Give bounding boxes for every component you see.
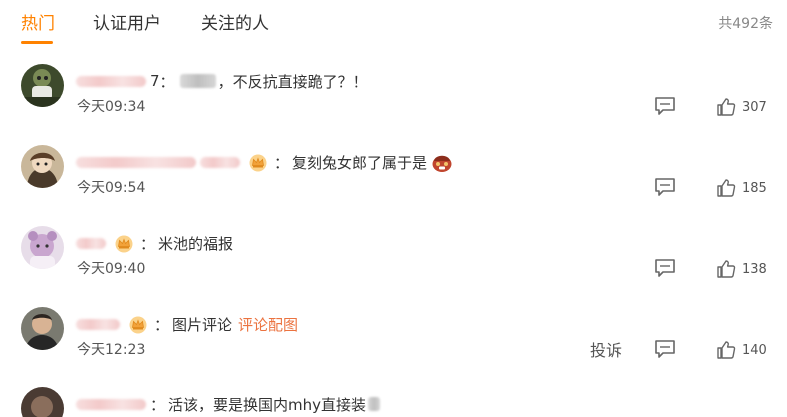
thumbs-up-icon bbox=[717, 98, 736, 116]
colon: ： bbox=[159, 72, 175, 91]
comment-reply-icon[interactable] bbox=[654, 96, 676, 116]
comment-tabs: 热门 认证用户 关注的人 共492条 bbox=[0, 0, 787, 50]
comment-item: ： 复刻兔女郎了属于是 今天09:54 185 bbox=[0, 145, 787, 227]
comment-text: 复刻兔女郎了属于是 bbox=[292, 153, 428, 172]
comment-text: 活该，要是换国内mhy直接装 bbox=[168, 395, 367, 414]
avatar[interactable] bbox=[21, 307, 64, 350]
avatar[interactable] bbox=[21, 145, 64, 188]
blurred-text bbox=[368, 397, 381, 411]
tab-verified-users[interactable]: 认证用户 bbox=[93, 12, 161, 36]
active-tab-indicator bbox=[21, 41, 53, 44]
comment-content: ： 复刻兔女郎了属于是 bbox=[76, 150, 453, 174]
comment-reply-icon[interactable] bbox=[654, 177, 676, 197]
comment-reply-icon[interactable] bbox=[654, 258, 676, 278]
comment-text: 米池的福报 bbox=[158, 234, 234, 253]
crown-badge-icon bbox=[248, 152, 268, 172]
comment-item: ： 米池的福报 今天09:40 138 bbox=[0, 226, 787, 308]
comment-time: 今天09:40 bbox=[77, 261, 146, 277]
like-count: 138 bbox=[742, 261, 767, 277]
shy-face-emoji-icon bbox=[431, 151, 453, 173]
avatar[interactable] bbox=[21, 226, 64, 269]
comment-reply-icon[interactable] bbox=[654, 339, 676, 359]
comment-item: ： 活该，要是换国内mhy直接装 bbox=[0, 387, 787, 417]
blurred-text bbox=[179, 74, 216, 88]
comment-item: ： 图片评论 评论配图 今天12:23 投诉 140 bbox=[0, 307, 787, 389]
blurred-username[interactable] bbox=[76, 318, 120, 330]
thumbs-up-icon bbox=[717, 341, 736, 359]
report-button[interactable]: 投诉 bbox=[590, 340, 622, 362]
like-count: 140 bbox=[742, 342, 767, 358]
blurred-username[interactable] bbox=[76, 398, 146, 410]
thumbs-up-icon bbox=[717, 260, 736, 278]
colon: ： bbox=[154, 315, 170, 334]
blurred-username[interactable] bbox=[76, 75, 146, 87]
comment-item: 7 ： ，不反抗直接跪了？！ 今天09:34 307 bbox=[0, 64, 787, 146]
view-comment-image-link[interactable]: 评论配图 bbox=[238, 314, 298, 335]
like-button[interactable]: 307 bbox=[716, 96, 767, 118]
blurred-username bbox=[200, 156, 240, 168]
comment-text: 图片评论 bbox=[172, 315, 233, 334]
like-count: 185 bbox=[742, 180, 767, 196]
comment-content: ： 活该，要是换国内mhy直接装 bbox=[76, 392, 382, 416]
username-suffix: 7 bbox=[150, 72, 160, 90]
blurred-username[interactable] bbox=[76, 156, 196, 168]
comment-time: 今天09:34 bbox=[77, 99, 146, 115]
like-button[interactable]: 140 bbox=[716, 339, 767, 361]
avatar[interactable] bbox=[21, 387, 64, 417]
crown-badge-icon bbox=[128, 314, 148, 334]
comment-time: 今天09:54 bbox=[77, 180, 146, 196]
colon: ： bbox=[140, 234, 156, 253]
comment-content: ： 米池的福报 bbox=[76, 231, 233, 255]
colon: ： bbox=[150, 395, 166, 414]
blurred-username[interactable] bbox=[76, 237, 106, 249]
comment-total-count: 共492条 bbox=[718, 16, 773, 32]
thumbs-up-icon bbox=[717, 179, 736, 197]
tab-following[interactable]: 关注的人 bbox=[201, 12, 269, 36]
comment-time: 今天12:23 bbox=[77, 342, 146, 358]
comment-content: ： 图片评论 评论配图 bbox=[76, 312, 298, 336]
like-count: 307 bbox=[742, 99, 767, 115]
avatar[interactable] bbox=[21, 64, 64, 107]
like-button[interactable]: 185 bbox=[716, 177, 767, 199]
colon: ： bbox=[274, 153, 290, 172]
like-button[interactable]: 138 bbox=[716, 258, 767, 280]
comment-text: ，不反抗直接跪了？！ bbox=[217, 72, 368, 91]
comment-content: 7 ： ，不反抗直接跪了？！ bbox=[76, 69, 368, 93]
tab-hot[interactable]: 热门 bbox=[21, 12, 55, 36]
crown-badge-icon bbox=[114, 233, 134, 253]
